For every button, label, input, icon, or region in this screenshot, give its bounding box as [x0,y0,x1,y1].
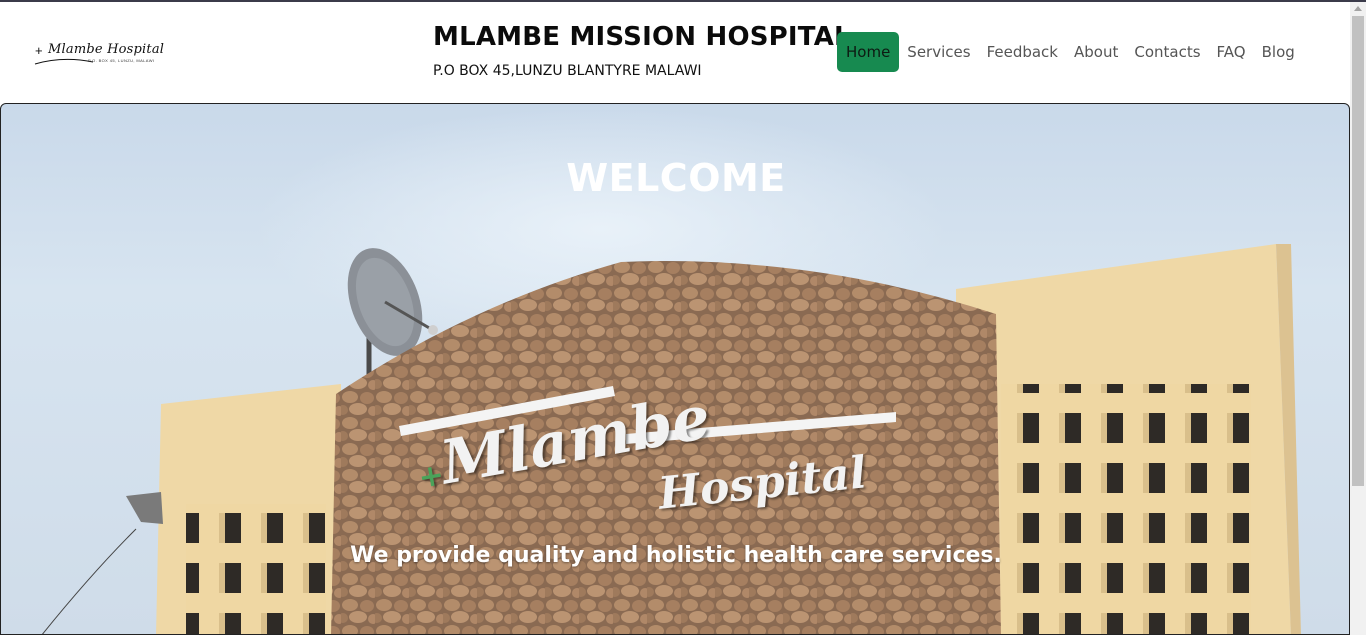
vertical-scrollbar[interactable] [1350,2,1366,635]
site-logo[interactable]: + Mlambe Hospital P.O. BOX 45, LUNZU, MA… [33,42,193,72]
nav-feedback[interactable]: Feedback [979,32,1066,72]
nav-contacts[interactable]: Contacts [1126,32,1208,72]
page-subtitle: P.O BOX 45,LUNZU BLANTYRE MALAWI [433,63,702,79]
nav-services[interactable]: Services [899,32,978,72]
page-title: MLAMBE MISSION HOSPITAL [433,22,851,52]
nav-blog[interactable]: Blog [1254,32,1303,72]
scrollbar-thumb[interactable] [1352,16,1364,486]
hero-welcome-heading: WELCOME [566,156,786,200]
site-header: + Mlambe Hospital P.O. BOX 45, LUNZU, MA… [0,2,1350,102]
scroll-up-arrow-icon[interactable] [1354,6,1362,11]
main-nav: Home Services Feedback About Contacts FA… [837,32,1303,72]
hero-banner: +Mlambe Hospital WELCOME We provide qual… [0,103,1350,635]
nav-faq[interactable]: FAQ [1209,32,1254,72]
nav-about[interactable]: About [1066,32,1126,72]
nav-home[interactable]: Home [837,32,900,72]
logo-subtext: P.O. BOX 45, LUNZU, MALAWI [88,58,155,63]
hero-tagline: We provide quality and holistic health c… [350,543,1002,568]
